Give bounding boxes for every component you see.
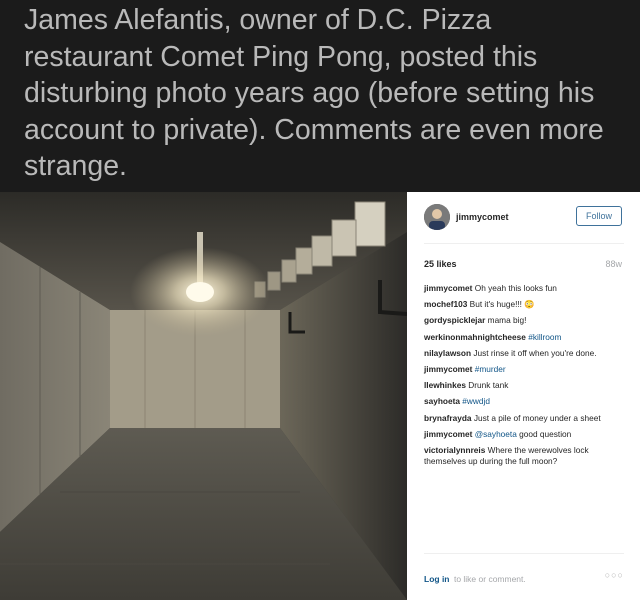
comment-hashtag[interactable]: #killroom	[528, 332, 561, 342]
comment: jimmycomet #murder	[424, 364, 624, 375]
comment: victorialynnreis Where the werewolves lo…	[424, 445, 624, 467]
avatar-icon	[424, 204, 450, 230]
post-side-panel: jimmycomet Follow 25 likes 88w jimmycome…	[407, 192, 640, 600]
more-options-icon[interactable]: ○○○	[605, 570, 624, 580]
follow-button[interactable]: Follow	[576, 206, 622, 226]
comment-text: good question	[519, 428, 572, 439]
post-age[interactable]: 88w	[605, 259, 622, 269]
login-prompt: Log in to like or comment. ○○○	[424, 569, 624, 584]
comment-text: mama big!	[487, 315, 527, 326]
comment-username[interactable]: nilaylawson	[424, 348, 471, 358]
login-prompt-text: to like or comment.	[453, 574, 526, 584]
comment-username[interactable]: werkinonmahnightcheese	[424, 332, 526, 342]
comment-mention[interactable]: @sayhoeta	[475, 429, 517, 439]
comment-username[interactable]: mochef103	[424, 299, 467, 309]
comment-text: Drunk tank	[468, 380, 509, 391]
comments-list: jimmycomet Oh yeah this looks fun mochef…	[424, 283, 624, 472]
header-divider	[424, 243, 624, 244]
comment: jimmycomet Oh yeah this looks fun	[424, 283, 624, 294]
comment-username[interactable]: brynafrayda	[424, 413, 472, 423]
comment: nilaylawson Just rinse it off when you'r…	[424, 348, 624, 359]
comment: mochef103 But it's huge!!! 😳	[424, 299, 624, 310]
comment-text: Oh yeah this looks fun	[474, 283, 557, 293]
comment: jimmycomet @sayhoeta good question	[424, 429, 624, 440]
instagram-post-card: jimmycomet Follow 25 likes 88w jimmycome…	[0, 192, 640, 600]
post-photo	[0, 192, 407, 600]
comment-username[interactable]: jimmycomet	[424, 283, 472, 293]
post-stats: 25 likes 88w	[424, 259, 624, 271]
comment-hashtag[interactable]: #murder	[475, 364, 506, 374]
headline-text: James Alefantis, owner of D.C. Pizza res…	[24, 4, 604, 182]
comment-text: Just rinse it off when you're done.	[473, 347, 597, 358]
login-link[interactable]: Log in	[424, 574, 450, 584]
comment-username[interactable]: victorialynnreis	[424, 445, 485, 455]
comment-text: But it's huge!!! 😳	[469, 299, 535, 310]
comment-username[interactable]: sayhoeta	[424, 396, 460, 406]
post-username[interactable]: jimmycomet	[456, 212, 509, 222]
comment-hashtag[interactable]: #wwdjd	[462, 396, 490, 406]
avatar[interactable]	[424, 204, 450, 230]
comment-text: Just a pile of money under a sheet	[473, 412, 601, 423]
comment: brynafrayda Just a pile of money under a…	[424, 413, 624, 424]
post-header: jimmycomet Follow	[424, 204, 624, 232]
comment-username[interactable]: gordyspicklejar	[424, 315, 485, 325]
comment: gordyspicklejar mama big!	[424, 315, 624, 326]
comment-username[interactable]: llewhinkes	[424, 380, 466, 390]
footer-divider	[424, 553, 624, 554]
comment-username[interactable]: jimmycomet	[424, 429, 472, 439]
comment: llewhinkes Drunk tank	[424, 380, 624, 391]
comment: sayhoeta #wwdjd	[424, 396, 624, 407]
comment: werkinonmahnightcheese #killroom	[424, 332, 624, 343]
likes-count[interactable]: 25 likes	[424, 259, 457, 269]
comment-username[interactable]: jimmycomet	[424, 364, 472, 374]
